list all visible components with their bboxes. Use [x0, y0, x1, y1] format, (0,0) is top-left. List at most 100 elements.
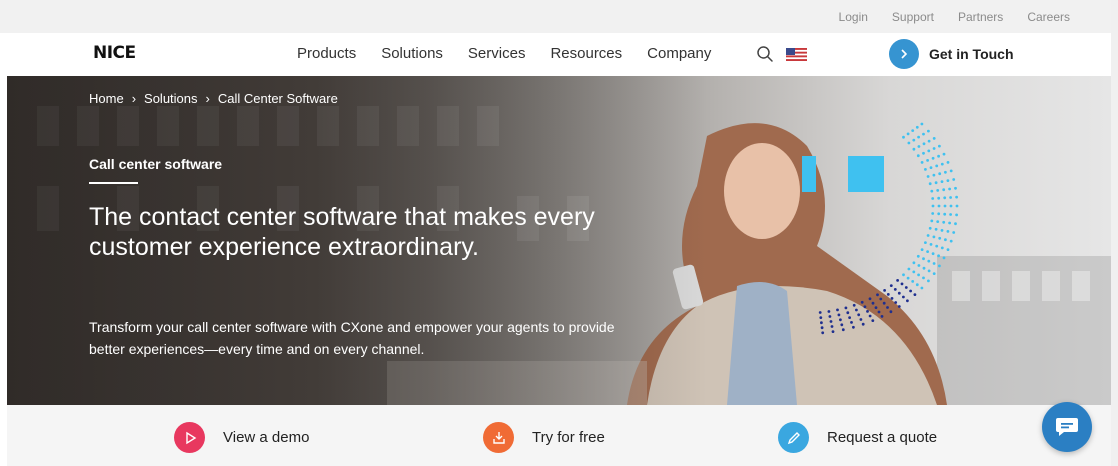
careers-link[interactable]: Careers	[1027, 10, 1070, 24]
hero-headline: The contact center software that makes e…	[89, 203, 595, 261]
decor-dot	[954, 186, 957, 190]
decor-dot	[934, 181, 938, 185]
chat-icon	[1056, 418, 1078, 436]
decor-dot	[866, 310, 869, 313]
download-icon	[483, 422, 514, 453]
decor-dot	[860, 300, 864, 304]
decor-dot	[946, 248, 950, 252]
decor-dot	[922, 266, 926, 270]
get-in-touch-button[interactable]: Get in Touch	[889, 39, 1014, 69]
decor-dot	[940, 229, 944, 232]
decor-dot	[886, 293, 890, 296]
decor-dot	[949, 213, 952, 216]
login-link[interactable]: Login	[839, 10, 868, 24]
decor-dot	[820, 326, 824, 330]
decor-dot	[857, 313, 861, 317]
nav-item-solutions[interactable]: Solutions	[381, 45, 443, 62]
decor-dot	[906, 299, 909, 303]
decor-dot	[917, 135, 920, 139]
decor-dot	[894, 301, 898, 304]
decor-dot	[889, 310, 893, 314]
decor-dot	[840, 323, 844, 327]
decor-dot	[936, 220, 940, 224]
search-icon[interactable]	[756, 45, 774, 63]
chevron-right-icon: ›	[205, 91, 210, 106]
decor-dot	[949, 169, 953, 173]
decor-dot	[828, 315, 832, 318]
decor-dot	[940, 180, 944, 183]
nav-item-resources[interactable]: Resources	[550, 45, 622, 62]
decor-dot	[818, 311, 822, 314]
scrollbar[interactable]	[1111, 0, 1118, 466]
decor-dot	[926, 250, 929, 254]
decor-dot	[952, 231, 956, 234]
decor-dot	[943, 204, 947, 208]
decor-dot	[868, 297, 872, 301]
nav-menu: Products Solutions Services Resources Co…	[297, 45, 711, 62]
hero-subtext: Transform your call center software with…	[89, 319, 615, 357]
decor-dot	[930, 189, 934, 193]
partners-link[interactable]: Partners	[958, 10, 1003, 24]
decor-dot	[916, 254, 920, 258]
decor-dot	[861, 322, 865, 326]
decor-dot	[920, 286, 924, 290]
nice-logo[interactable]: NICE	[93, 43, 136, 63]
decor-dot	[916, 154, 920, 158]
decor-dot	[942, 188, 946, 192]
decor-dot	[907, 141, 911, 145]
decor-dot	[952, 178, 956, 181]
decor-dot	[932, 235, 936, 239]
decor-dot	[937, 154, 940, 158]
decor-dot	[955, 204, 959, 208]
decor-dot	[931, 252, 935, 256]
decor-dot	[890, 297, 894, 300]
decor-dot	[912, 138, 916, 142]
decor-dot	[935, 244, 939, 248]
decor-dot	[902, 273, 905, 277]
decor-dot	[852, 303, 856, 307]
decor-dot	[938, 144, 941, 148]
hero-eyebrow: Call center software	[89, 156, 223, 172]
decor-dot	[946, 161, 950, 164]
decor-dot	[917, 145, 921, 148]
nav-item-services[interactable]: Services	[468, 45, 526, 62]
support-link[interactable]: Support	[892, 10, 934, 24]
decor-dot	[932, 173, 936, 177]
decor-dot	[940, 246, 944, 250]
decor-dot	[943, 212, 947, 216]
decor-dot	[852, 325, 855, 329]
decor-dot	[863, 305, 867, 309]
decor-dot	[911, 129, 915, 132]
decor-dot	[900, 282, 904, 286]
nav-item-company[interactable]: Company	[647, 45, 711, 62]
decor-dot	[844, 306, 848, 310]
decor-dot	[912, 147, 916, 151]
decor-dot	[882, 301, 886, 305]
try-free-button[interactable]: Try for free	[483, 422, 605, 453]
decor-dot	[896, 279, 899, 282]
breadcrumb-solutions[interactable]: Solutions	[144, 91, 197, 106]
breadcrumb-home[interactable]: Home	[89, 91, 124, 106]
chat-button[interactable]	[1042, 402, 1092, 452]
view-demo-button[interactable]: View a demo	[174, 422, 309, 453]
decor-dot	[927, 259, 931, 263]
decor-dot	[897, 291, 901, 295]
decor-dot	[942, 256, 946, 260]
nav-item-products[interactable]: Products	[297, 45, 356, 62]
decor-dot	[917, 264, 921, 267]
decor-dot	[932, 137, 936, 140]
utility-links: Login Support Partners Careers	[839, 10, 1070, 24]
decor-dot	[949, 204, 953, 208]
view-demo-label: View a demo	[223, 429, 310, 446]
decor-dot	[938, 236, 942, 240]
decor-dot	[911, 280, 915, 283]
decor-dot	[904, 286, 908, 289]
decor-dot	[932, 147, 936, 150]
decor-dot	[927, 279, 930, 283]
decor-dot	[946, 179, 950, 182]
decor-dot	[927, 269, 931, 273]
decor-dot	[868, 314, 872, 318]
us-flag-icon[interactable]	[786, 48, 807, 61]
request-quote-button[interactable]: Request a quote	[778, 422, 937, 453]
action-bar: View a demo Try for free Request a quote	[7, 405, 1111, 466]
